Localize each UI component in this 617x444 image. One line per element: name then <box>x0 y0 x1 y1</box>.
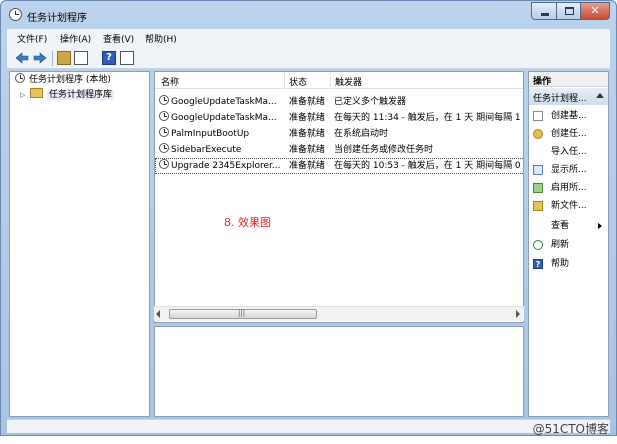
task-status: 准备就绪 <box>289 161 326 171</box>
toolbar: ? <box>7 47 610 69</box>
task-list: 名称 状态 触发器 GoogleUpdateTaskMa... 准备就绪 已定义… <box>154 71 524 323</box>
task-clock-icon <box>159 143 169 153</box>
task-name: GoogleUpdateTaskMa... <box>171 113 277 123</box>
task-clock-icon <box>159 159 169 169</box>
menu-file[interactable]: 文件(F) <box>17 32 47 45</box>
forward-arrow-icon[interactable] <box>33 51 47 65</box>
collapse-arrow-icon <box>596 93 604 98</box>
create-basic-task-icon <box>533 111 543 121</box>
task-name: PalmInputBootUp <box>171 129 250 139</box>
folder-icon <box>30 88 43 98</box>
tree-item-label: 任务计划程序 (本地) <box>29 75 111 85</box>
action-create-task[interactable]: 创建任... <box>529 126 608 142</box>
menu-action[interactable]: 操作(A) <box>60 32 91 45</box>
title-bar[interactable]: 任务计划程序 ✕ <box>1 1 616 29</box>
column-divider[interactable] <box>330 72 331 89</box>
actions-header: 操作 <box>529 72 608 87</box>
task-name: SidebarExecute <box>171 145 242 155</box>
annotation-caption: 8. 效果图 <box>224 216 271 229</box>
action-show-all[interactable]: 显示所... <box>529 162 608 178</box>
action-view[interactable]: 查看 <box>529 218 608 234</box>
horizontal-scrollbar[interactable]: ||| <box>154 306 524 321</box>
help-icon: ? <box>533 259 543 269</box>
scroll-left-icon[interactable] <box>156 310 160 318</box>
window-title: 任务计划程序 <box>27 13 87 24</box>
table-row[interactable]: SidebarExecute 准备就绪 当创建任务或修改任务时 <box>155 142 523 158</box>
menu-bar: 文件(F) 操作(A) 查看(V) 帮助(H) <box>7 29 610 47</box>
status-bar <box>7 419 610 433</box>
close-icon: ✕ <box>590 4 600 17</box>
column-status[interactable]: 状态 <box>289 75 307 88</box>
submenu-arrow-icon <box>598 223 602 229</box>
table-row[interactable]: GoogleUpdateTaskMa... 准备就绪 已定义多个触发器 <box>155 94 523 110</box>
action-pane-icon[interactable] <box>120 51 134 65</box>
column-trigger[interactable]: 触发器 <box>335 75 362 88</box>
scroll-right-icon[interactable] <box>516 310 520 318</box>
task-status: 准备就绪 <box>289 129 326 139</box>
action-new-folder[interactable]: 新文件... <box>529 198 608 214</box>
task-name: GoogleUpdateTaskMa... <box>171 97 277 107</box>
app-window: 任务计划程序 ✕ 文件(F) 操作(A) 查看(V) 帮助(H) ? 任务计划程… <box>0 0 617 436</box>
table-row-focused[interactable]: Upgrade 2345Explorer... 准备就绪 在每天的 10:53 … <box>155 158 523 174</box>
refresh-icon <box>533 240 543 250</box>
minimize-button[interactable] <box>531 2 557 20</box>
minimize-icon <box>541 13 549 16</box>
task-clock-icon <box>159 127 169 137</box>
toolbar-separator <box>52 51 53 66</box>
actions-section-label: 任务计划程... <box>533 94 587 104</box>
table-row[interactable]: GoogleUpdateTaskMa... 准备就绪 在每天的 11:34 - … <box>155 110 523 126</box>
column-divider[interactable] <box>284 72 285 89</box>
console-tree-icon[interactable] <box>74 51 88 65</box>
task-clock-icon <box>159 95 169 105</box>
action-import-task[interactable]: 导入任... <box>529 144 608 160</box>
task-trigger: 在系统启动时 <box>334 129 389 139</box>
task-trigger: 在每天的 10:53 - 触发后，在 1 天 期间每隔 0 <box>334 161 521 171</box>
expand-arrow-icon[interactable]: ▷ <box>20 88 28 102</box>
create-task-icon <box>533 129 543 139</box>
task-trigger: 当创建任务或修改任务时 <box>334 145 434 155</box>
tree-item-library[interactable]: ▷ 任务计划程序库 <box>20 88 115 102</box>
maximize-icon <box>565 7 574 15</box>
clock-icon <box>9 8 22 21</box>
task-trigger: 已定义多个触发器 <box>334 97 407 107</box>
detail-pane <box>154 326 524 417</box>
table-row[interactable]: PalmInputBootUp 准备就绪 在系统启动时 <box>155 126 523 142</box>
task-status: 准备就绪 <box>289 113 326 123</box>
task-status: 准备就绪 <box>289 97 326 107</box>
display-running-icon <box>533 165 543 175</box>
grip-icon: ||| <box>238 309 246 317</box>
watermark: @51CTO博客 <box>532 422 609 436</box>
menu-view[interactable]: 查看(V) <box>103 32 134 45</box>
task-status: 准备就绪 <box>289 145 326 155</box>
back-arrow-icon[interactable] <box>15 51 29 65</box>
navigation-tree: 任务计划程序 (本地) ▷ 任务计划程序库 <box>9 71 150 417</box>
task-clock-icon <box>159 111 169 121</box>
tree-item-root[interactable]: 任务计划程序 (本地) <box>15 73 111 87</box>
task-trigger: 在每天的 11:34 - 触发后，在 1 天 期间每隔 1 <box>334 113 521 123</box>
list-header: 名称 状态 触发器 <box>155 72 523 89</box>
enable-history-icon <box>533 183 543 193</box>
up-folder-icon[interactable] <box>57 51 71 65</box>
scroll-thumb[interactable]: ||| <box>169 309 317 319</box>
column-name[interactable]: 名称 <box>161 75 179 88</box>
import-task-icon <box>533 147 543 157</box>
close-button[interactable]: ✕ <box>580 2 610 20</box>
action-refresh[interactable]: 刷新 <box>529 237 608 253</box>
actions-pane: 操作 任务计划程... 创建基... 创建任... 导入任... 显示所... … <box>528 71 609 417</box>
action-enable-all[interactable]: 启用所... <box>529 180 608 196</box>
tree-item-label: 任务计划程序库 <box>47 90 115 100</box>
maximize-button[interactable] <box>556 2 581 20</box>
clock-icon <box>15 73 25 83</box>
action-create-basic[interactable]: 创建基... <box>529 108 608 124</box>
task-name: Upgrade 2345Explorer... <box>171 161 281 171</box>
help-icon[interactable]: ? <box>102 51 116 65</box>
menu-help[interactable]: 帮助(H) <box>145 32 177 45</box>
new-folder-icon <box>533 201 543 211</box>
actions-section-header[interactable]: 任务计划程... <box>529 88 608 105</box>
action-help[interactable]: ? 帮助 <box>529 256 608 272</box>
